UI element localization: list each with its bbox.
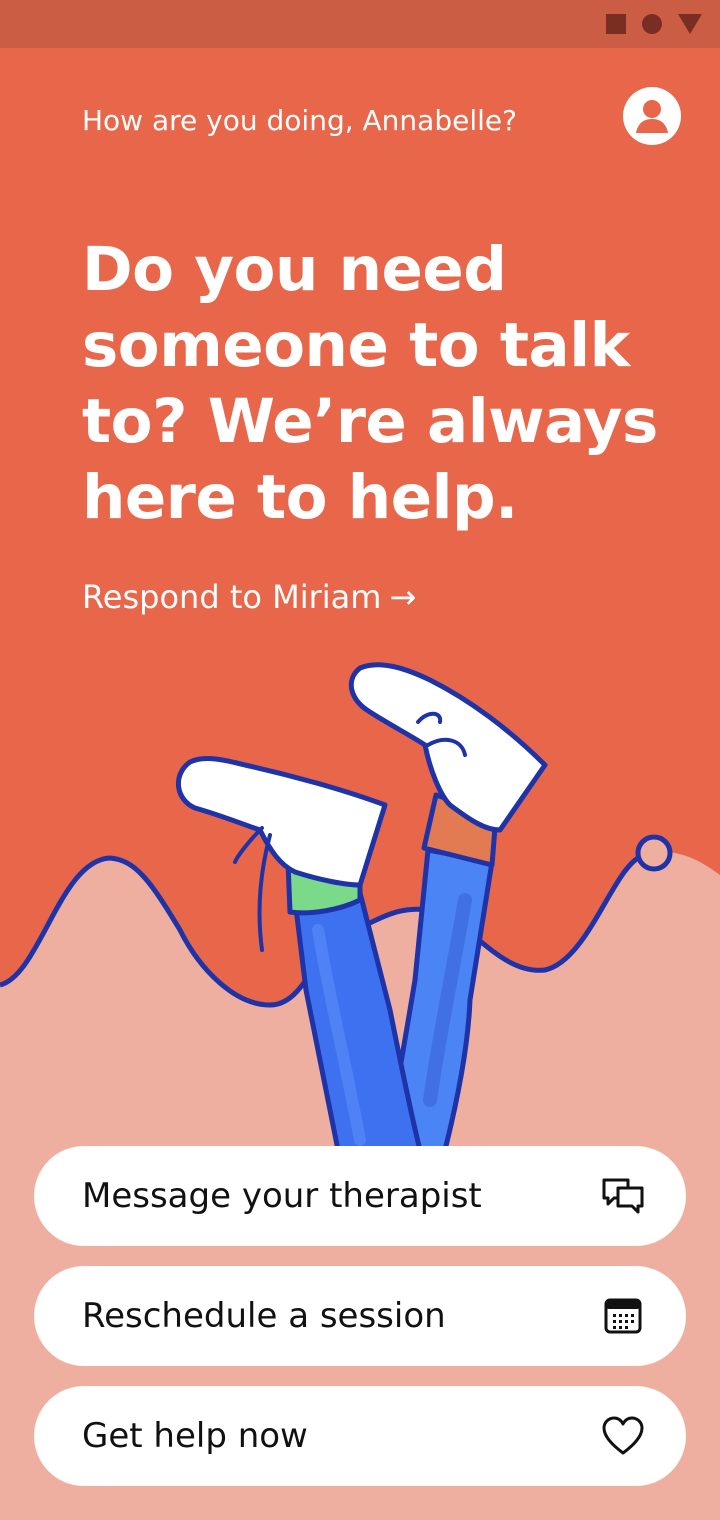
status-icons bbox=[606, 14, 702, 34]
message-therapist-label: Message your therapist bbox=[82, 1176, 482, 1216]
respond-link-label: Respond to Miriam bbox=[82, 578, 382, 616]
hero-headline: Do you need someone to talk to? We’re al… bbox=[82, 234, 658, 533]
message-therapist-button[interactable]: Message your therapist bbox=[34, 1146, 686, 1246]
circle-icon bbox=[642, 14, 662, 34]
status-bar bbox=[0, 0, 720, 48]
chat-bubbles-icon bbox=[600, 1173, 646, 1219]
left-shoe bbox=[175, 756, 388, 888]
get-help-now-label: Get help now bbox=[82, 1416, 308, 1456]
reschedule-session-button[interactable]: Reschedule a session bbox=[34, 1266, 686, 1366]
arrow-right-icon: → bbox=[389, 578, 417, 616]
heart-icon bbox=[600, 1413, 646, 1459]
triangle-icon bbox=[678, 14, 702, 34]
legs-illustration bbox=[0, 662, 673, 1150]
user-avatar-icon[interactable] bbox=[623, 87, 681, 145]
respond-link[interactable]: Respond to Miriam → bbox=[82, 578, 416, 616]
square-icon bbox=[606, 14, 626, 34]
wave-end-dot bbox=[635, 834, 673, 872]
greeting-text: How are you doing, Annabelle? bbox=[82, 104, 517, 137]
get-help-now-button[interactable]: Get help now bbox=[34, 1386, 686, 1486]
calendar-icon bbox=[600, 1293, 646, 1339]
reschedule-session-label: Reschedule a session bbox=[82, 1296, 446, 1336]
